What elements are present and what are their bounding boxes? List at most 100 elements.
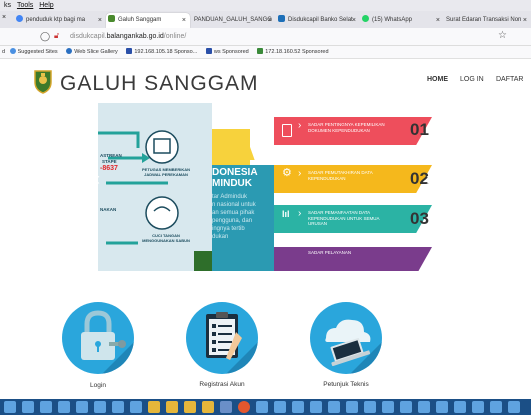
slider-next-arrow-icon[interactable]: ›: [426, 169, 432, 190]
taskbar-app-icon[interactable]: [256, 401, 268, 413]
petunjuk-teknis-button[interactable]: [310, 302, 382, 374]
registrasi-akun-label[interactable]: Registrasi Akun: [182, 381, 262, 389]
taskbar-app-icon[interactable]: [418, 401, 430, 413]
site-brand-title[interactable]: GALUH SANGGAM: [60, 72, 259, 96]
slide-heading-line: MINDUK: [212, 178, 252, 189]
bookmark-172[interactable]: 172.18.160.52 Sponsored: [257, 48, 329, 55]
clipboard-icon: [206, 312, 258, 374]
site-favicon-icon: [278, 15, 285, 22]
registrasi-akun-button[interactable]: [186, 302, 258, 374]
tab-scroll-close-icon[interactable]: ×: [2, 14, 6, 21]
taskbar-app-icon[interactable]: [508, 401, 520, 413]
bookmark-suggested-sites[interactable]: Suggested Sites: [9, 48, 58, 55]
page-icon: [205, 48, 212, 54]
bookmark-ws[interactable]: ws Sponsored: [205, 48, 249, 55]
taskbar-app-icon[interactable]: [490, 401, 502, 413]
taskbar-app-icon[interactable]: [40, 401, 52, 413]
shield-icon[interactable]: ◯: [40, 31, 50, 42]
tab-close-icon[interactable]: ×: [436, 13, 440, 28]
browser-tab-bar: × penduduk ktp bagi ma × Galuh Sanggam × P…: [0, 11, 531, 28]
taskbar-app-icon[interactable]: [76, 401, 88, 413]
tab-galuh-sanggam[interactable]: Galuh Sanggam ×: [106, 13, 190, 28]
petunjuk-teknis-label[interactable]: Petunjuk Teknis: [306, 381, 386, 389]
nav-home[interactable]: HOME: [427, 76, 448, 83]
tab-close-icon[interactable]: ×: [98, 13, 102, 28]
taskbar-app-icon[interactable]: [22, 401, 34, 413]
tab-panduan[interactable]: PANDUAN_GALUH_SANGG ×: [192, 13, 276, 28]
nav-login[interactable]: LOG IN: [460, 76, 484, 83]
hero-slider[interactable]: ASTREAN STAPE -8637 NAKAN PETUGAS MEMBER…: [98, 103, 436, 271]
bookmarks-bar: d Suggested Sites Web Slice Gallery 192.…: [0, 46, 531, 59]
bookmark-star-icon[interactable]: ☆: [498, 30, 507, 41]
taskbar-app-icon[interactable]: [310, 401, 322, 413]
tab-disdukcapil[interactable]: Disdukcapil Banko Selat ×: [276, 13, 360, 28]
taskbar-app-icon[interactable]: [292, 401, 304, 413]
slide-phone-number: -8637: [100, 165, 118, 172]
taskbar-app-icon[interactable]: [4, 401, 16, 413]
taskbar-app-icon[interactable]: [346, 401, 358, 413]
taskbar-app-icon[interactable]: [328, 401, 340, 413]
url-field[interactable]: disdukcapil.balangankab.go.id/online/: [70, 31, 186, 43]
bookmark-192[interactable]: 192.168.105.18 Sponso...: [126, 48, 197, 55]
taskbar-app-icon[interactable]: [130, 401, 142, 413]
slide-heading-line: DONESIA: [212, 167, 258, 178]
slide-body-line: dukan: [212, 234, 229, 240]
slide-big-text: SA: [211, 131, 256, 167]
tab-close-icon[interactable]: ×: [523, 13, 527, 28]
menu-item-help[interactable]: Help: [39, 2, 53, 9]
menu-item-tools[interactable]: Tools: [17, 2, 33, 9]
ribbon-number: 03: [410, 209, 429, 228]
login-label[interactable]: Login: [58, 382, 138, 390]
tab-close-icon[interactable]: ×: [268, 13, 272, 28]
taskbar-app-icon[interactable]: [94, 401, 106, 413]
chevron-left-icon[interactable]: d: [2, 49, 5, 55]
site-header: GALUH SANGGAM HOME LOG IN DAFTAR: [0, 59, 531, 103]
taskbar-folder-icon[interactable]: [148, 401, 160, 413]
slide-body-line: an semua pihak: [212, 210, 255, 216]
menu-item-bookmarks[interactable]: ks: [4, 2, 11, 9]
gears-icon: ⚙: [282, 167, 292, 179]
taskbar-app-icon[interactable]: [400, 401, 412, 413]
taskbar-app-icon[interactable]: [436, 401, 448, 413]
ribbon-item-03: lıl › SADAR PEMANFAATAN DATA KEPENDUDUKA…: [274, 205, 432, 233]
tab-penduduk[interactable]: penduduk ktp bagi ma ×: [14, 13, 106, 28]
padlock-icon: [81, 310, 134, 374]
taskbar-app-icon[interactable]: [382, 401, 394, 413]
slider-prev-arrow-icon[interactable]: ‹: [98, 169, 100, 190]
tab-close-icon[interactable]: ×: [352, 13, 356, 28]
taskbar-folder-icon[interactable]: [184, 401, 196, 413]
taskbar-app-icon[interactable]: [364, 401, 376, 413]
slide-body-line: tar Adminduk: [212, 194, 248, 200]
taskbar-app-icon[interactable]: [472, 401, 484, 413]
tab-close-icon[interactable]: ×: [182, 13, 186, 28]
taskbar-folder-icon[interactable]: [166, 401, 178, 413]
ribbon-item-01: › SADAR PENTINGNYA KEPEMILIKAN DOKUMEN K…: [274, 117, 432, 145]
bookmark-web-slice[interactable]: Web Slice Gallery: [66, 48, 118, 55]
slide-body-line: pengguna, dan: [212, 218, 253, 224]
ribbon-text: SADAR PEMUTAKHIRAN DATA KEPENDUDUKAN: [308, 170, 373, 181]
login-button[interactable]: [62, 302, 134, 374]
taskbar-app-icon[interactable]: [274, 401, 286, 413]
slide-label: STAPE: [102, 159, 117, 164]
tab-surat-edaran[interactable]: Surat Edaran Transaksi Non ×: [444, 13, 531, 28]
nav-daftar[interactable]: DAFTAR: [496, 76, 523, 83]
taskbar-app-icon[interactable]: [58, 401, 70, 413]
document-icon: [282, 124, 292, 137]
taskbar-app-icon[interactable]: [220, 401, 232, 413]
tab-whatsapp[interactable]: (15) WhatsApp ×: [360, 13, 444, 28]
ribbon-text: SADAR PEMANFAATAN DATA KEPENDUDUKAN UNTU…: [308, 210, 380, 226]
page-icon: [126, 48, 133, 54]
taskbar-app-icon[interactable]: [112, 401, 124, 413]
slide-caption: PETUGAS MEMBERIKAN JADWAL PEREKAMAN: [142, 167, 191, 177]
slide-label: NAKAN: [100, 207, 117, 212]
slide-text-block: DONESIA MINDUK tar Adminduk n nasional u…: [212, 165, 274, 271]
taskbar-app-icon[interactable]: [454, 401, 466, 413]
chevron-right-icon: ›: [298, 168, 302, 179]
taskbar-folder-icon[interactable]: [202, 401, 214, 413]
taskbar-firefox-icon[interactable]: [238, 401, 250, 413]
slide-label: ASTREAN: [100, 153, 122, 158]
ribbon-text: SADAR PENTINGNYA KEPEMILIKAN DOKUMEN KEP…: [308, 122, 385, 133]
lock-icon[interactable]: 🔓︎: [54, 31, 59, 41]
page-icon: [257, 48, 264, 54]
galuh-sanggam-logo-icon[interactable]: [33, 68, 53, 94]
